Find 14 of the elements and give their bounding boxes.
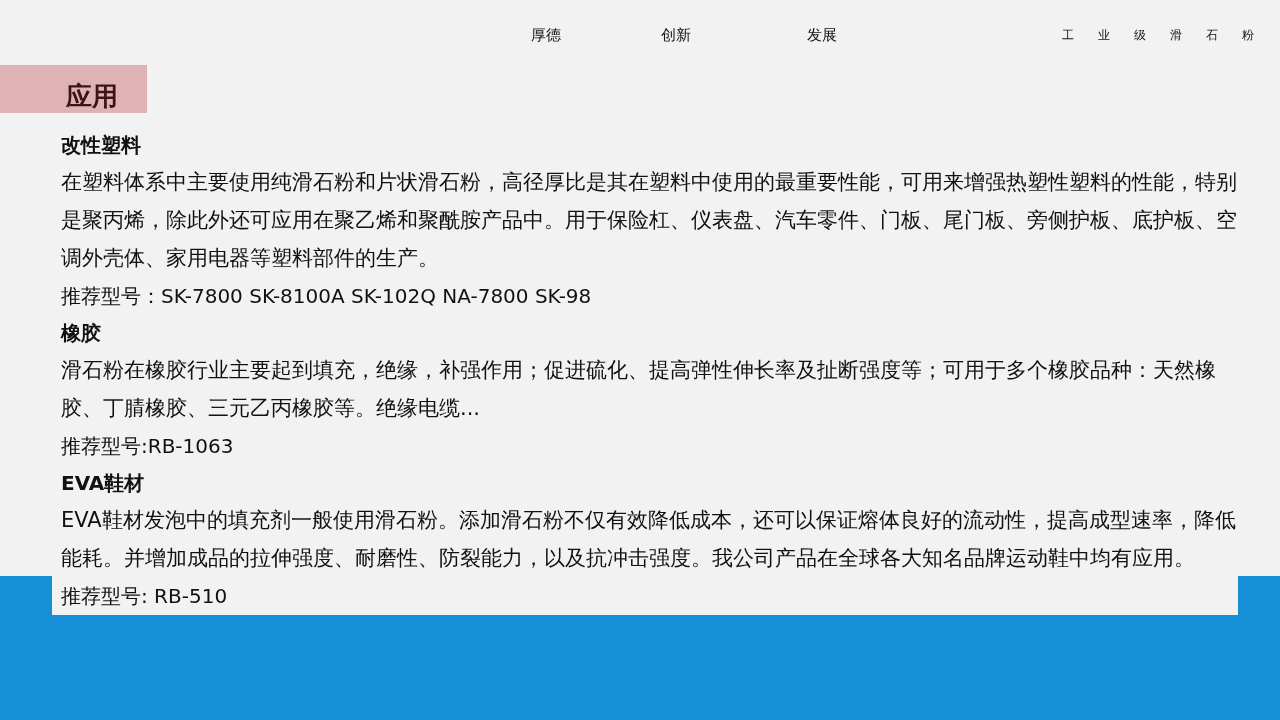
section-heading: 改性塑料 (61, 132, 142, 159)
nav-link[interactable]: 创新 (661, 25, 691, 45)
section-heading: EVA鞋材 (61, 470, 146, 497)
section-paragraph: 在塑料体系中主要使用纯滑石粉和片状滑石粉，高径厚比是其在塑料中使用的最重要性能，可用来增强热塑性塑料的性能，特别是聚丙烯，除此外还可应用在聚乙烯和聚酰胺产品中。用于保险杠、仪表盘、汽车零件、门板、尾门板、旁侧护板、底护板、空调外壳体、家用电器等塑料部件的生产。 (61, 169, 1238, 272)
nav-link[interactable]: 厚德 (531, 25, 561, 45)
section-paragraph: 滑石粉在橡胶行业主要起到填充，绝缘，补强作用；促进硫化、提高弹性伸长率及扯断强度等；可用于多个橡胶品种：天然橡胶、丁腈橡胶、三元乙丙橡胶等。绝缘电缆... (61, 357, 1217, 422)
recommended-models: 推荐型号:RB-1063 (61, 433, 235, 460)
section-heading: 橡胶 (61, 320, 102, 347)
section-title: 应用 (0, 65, 147, 113)
recommended-models: 推荐型号：SK-7800 SK-8100A SK-102Q NA-7800 SK-98 (61, 283, 593, 310)
nav-link[interactable]: 发展 (807, 25, 837, 45)
brand-name: 工业级滑石粉 (1062, 26, 1278, 44)
section-paragraph: EVA鞋材发泡中的填充剂一般使用滑石粉。添加滑石粉不仅有效降低成本，还可以保证熔体良好的流动性，提高成型速率，降低能耗。并增加成品的拉伸强度、耐磨性、防裂能力，以及抗冲击强度。我公司产品在全球各大知名品牌运动鞋中均有应用。 (61, 507, 1237, 572)
recommended-models: 推荐型号: RB-510 (61, 583, 229, 610)
